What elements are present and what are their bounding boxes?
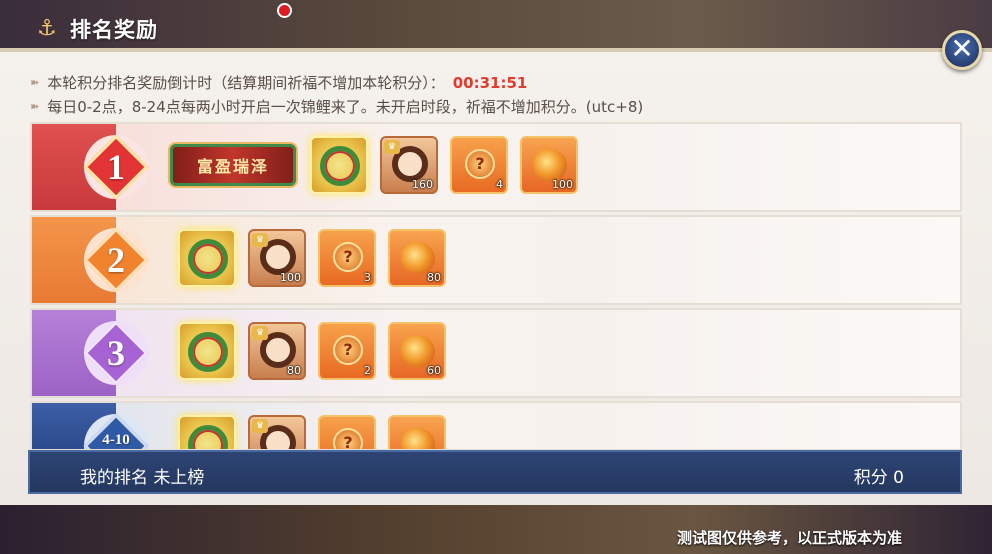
- rank-number: 1: [107, 147, 125, 187]
- portrait-reward[interactable]: ♛: [248, 415, 306, 449]
- fire-stone-icon: [401, 335, 435, 367]
- rank-row-4-10: 4-10 ♛ ?: [30, 401, 962, 451]
- portrait-reward[interactable]: ♛ 160: [380, 136, 438, 194]
- question-mark-icon: ?: [465, 149, 495, 179]
- item-quantity: 2: [364, 364, 371, 377]
- title-reward-badge[interactable]: 富盈瑞泽: [168, 142, 298, 188]
- item-quantity: 100: [280, 271, 301, 284]
- schedule-text: 每日0-2点，8-24点每两小时开启一次锦鲤来了。未开启时段，祈福不增加积分。(…: [47, 98, 644, 116]
- anchor-icon: ⚓: [37, 16, 57, 41]
- rank-row-1: 1 富盈瑞泽 ♛ 160 ? 4 100: [30, 122, 962, 212]
- rank-row-2: 2 ♛ 100 ? 3 80: [30, 215, 962, 305]
- countdown-timer: 00:31:51: [452, 73, 528, 92]
- question-mark-icon: ?: [333, 335, 363, 365]
- wreath-icon: [188, 332, 228, 372]
- wreath-icon: [188, 239, 228, 279]
- fire-stone-icon: [533, 149, 567, 181]
- close-icon: ✕: [950, 32, 974, 65]
- fire-stone-reward[interactable]: 100: [520, 136, 578, 194]
- reward-items: 富盈瑞泽 ♛ 160 ? 4 100: [168, 136, 578, 194]
- disclaimer-note: 测试图仅供参考，以正式版本为准: [676, 529, 902, 547]
- crown-icon: ♛: [252, 419, 268, 433]
- reward-items: ♛ 80 ? 2 60: [178, 322, 446, 380]
- header: ⚓ 排名奖励: [34, 14, 158, 44]
- countdown-text: 本轮积分排名奖励倒计时（结算期间祈福不增加本轮积分）：: [47, 74, 445, 92]
- wreath-reward[interactable]: [310, 136, 368, 194]
- wreath-reward[interactable]: [178, 415, 236, 449]
- portrait-reward[interactable]: ♛ 100: [248, 229, 306, 287]
- fire-stone-reward[interactable]: 60: [388, 322, 446, 380]
- crown-icon: ♛: [252, 326, 268, 340]
- rank-number: 4-10: [102, 432, 130, 448]
- item-quantity: 100: [552, 178, 573, 191]
- mystery-orb-reward[interactable]: ? 4: [450, 136, 508, 194]
- fire-stone-reward[interactable]: 80: [388, 229, 446, 287]
- wreath-icon: [188, 425, 228, 449]
- countdown-info: ➽ 本轮积分排名奖励倒计时（结算期间祈福不增加本轮积分）： 00:31:51: [30, 72, 527, 93]
- my-rank-bar: 我的排名 未上榜 积分 0: [28, 450, 962, 494]
- page-title: 排名奖励: [70, 18, 158, 42]
- item-quantity: 3: [364, 271, 371, 284]
- bullet-arrow-icon: ➽: [30, 76, 40, 89]
- reward-items: ♛ ?: [178, 415, 446, 449]
- fire-stone-icon: [401, 428, 435, 449]
- crown-icon: ♛: [252, 233, 268, 247]
- question-mark-icon: ?: [333, 428, 363, 449]
- my-score: 积分 0: [853, 468, 904, 488]
- mystery-orb-reward[interactable]: ? 3: [318, 229, 376, 287]
- item-quantity: 60: [427, 364, 441, 377]
- close-button[interactable]: ✕: [942, 30, 982, 70]
- mystery-orb-reward[interactable]: ?: [318, 415, 376, 449]
- portrait-reward[interactable]: ♛ 80: [248, 322, 306, 380]
- wreath-reward[interactable]: [178, 229, 236, 287]
- fire-stone-reward[interactable]: [388, 415, 446, 449]
- question-mark-icon: ?: [333, 242, 363, 272]
- notification-dot: [277, 3, 292, 18]
- wreath-reward[interactable]: [178, 322, 236, 380]
- mystery-orb-reward[interactable]: ? 2: [318, 322, 376, 380]
- reward-items: ♛ 100 ? 3 80: [178, 229, 446, 287]
- item-quantity: 80: [287, 364, 301, 377]
- my-rank-label: 我的排名 未上榜: [80, 468, 205, 488]
- item-quantity: 80: [427, 271, 441, 284]
- item-quantity: 4: [496, 178, 503, 191]
- schedule-info: ➽ 每日0-2点，8-24点每两小时开启一次锦鲤来了。未开启时段，祈福不增加积分…: [30, 96, 643, 117]
- rank-number: 3: [107, 333, 125, 373]
- crown-icon: ♛: [384, 140, 400, 154]
- rank-row-3: 3 ♛ 80 ? 2 60: [30, 308, 962, 398]
- rank-badge: 3: [83, 320, 149, 386]
- wreath-icon: [320, 146, 360, 186]
- bullet-arrow-icon: ➽: [30, 100, 40, 113]
- rank-badge: 1: [83, 134, 149, 200]
- rank-badge: 2: [83, 227, 149, 293]
- fire-stone-icon: [401, 242, 435, 274]
- item-quantity: 160: [412, 178, 433, 191]
- rank-number: 2: [107, 240, 125, 280]
